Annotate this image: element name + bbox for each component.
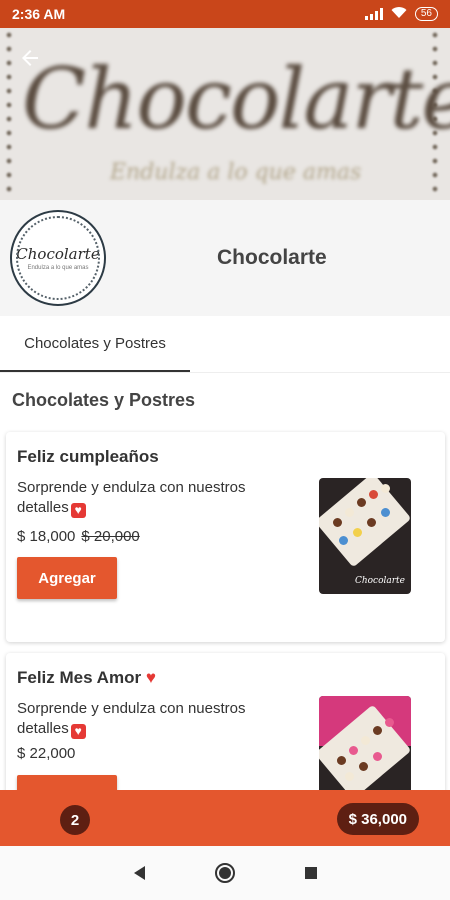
- product-title-text: Feliz Mes Amor: [17, 668, 142, 687]
- chocolate-piece: [373, 726, 382, 735]
- section-title: Chocolates y Postres: [12, 390, 196, 410]
- product-card[interactable]: Feliz cumpleaños Sorprende y endulza con…: [6, 432, 445, 642]
- chocolate-piece: [349, 746, 358, 755]
- tab-divider: [0, 372, 450, 373]
- status-bar: 2:36 AM 56: [0, 0, 450, 28]
- chocolate-piece: [359, 762, 368, 771]
- circle-home-icon[interactable]: [214, 863, 235, 883]
- chocolate-piece: [345, 508, 354, 517]
- status-time: 2:36 AM: [12, 6, 66, 22]
- heart-emoji-icon: ♥: [70, 724, 86, 739]
- product-price: $ 22,000: [17, 745, 76, 762]
- product-description-text: Sorprende y endulza con nuestros detalle…: [17, 700, 246, 737]
- tab-chocolates-y-postres[interactable]: Chocolates y Postres: [0, 316, 190, 372]
- product-price: $ 18,000: [17, 528, 76, 545]
- chocolate-piece: [369, 490, 378, 499]
- store-banner: Chocolarte Endulza a lo que amas: [0, 28, 450, 200]
- chocolate-piece: [373, 752, 382, 761]
- cart-total-button[interactable]: $ 36,000: [336, 803, 419, 835]
- chocolate-piece: [339, 536, 348, 545]
- cart-count-badge[interactable]: 2: [60, 805, 90, 835]
- product-title: Feliz Mes Amor ♥: [17, 668, 156, 688]
- chocolate-piece: [381, 508, 390, 517]
- product-old-price: $ 20,000: [81, 528, 140, 545]
- chocolate-piece: [357, 498, 366, 507]
- triangle-back-icon[interactable]: [133, 866, 145, 880]
- signal-icon: [364, 8, 383, 20]
- chocolate-piece: [345, 772, 354, 781]
- product-description: Sorprende y endulza con nuestros detalle…: [17, 699, 287, 739]
- banner-tagline: Endulza a lo que amas: [110, 160, 362, 185]
- chocolate-piece: [367, 518, 376, 527]
- add-to-cart-button[interactable]: Agregar: [17, 557, 117, 599]
- system-nav-bar: [0, 846, 450, 900]
- image-brand-text: Chocolarte: [354, 576, 405, 586]
- product-price-row: $ 18,000 $ 20,000: [17, 528, 140, 545]
- chocolate-piece: [361, 736, 370, 745]
- banner-brand-text: Chocolarte: [22, 50, 450, 148]
- store-name: Chocolarte: [217, 246, 327, 269]
- product-image[interactable]: Chocolarte: [319, 478, 411, 594]
- banner-dots-left: [2, 28, 16, 200]
- chocolate-piece: [381, 484, 390, 493]
- product-title: Feliz cumpleaños: [17, 447, 159, 466]
- chocolate-piece: [385, 718, 394, 727]
- square-recent-icon[interactable]: [304, 867, 317, 879]
- product-description: Sorprende y endulza con nuestros detalle…: [17, 478, 287, 518]
- heart-emoji-icon: ♥: [70, 503, 86, 518]
- back-arrow-icon[interactable]: [18, 46, 48, 76]
- heart-icon: ♥: [145, 668, 156, 687]
- store-logo: Chocolarte Endulza a lo que amas: [10, 210, 106, 306]
- wifi-icon: [391, 6, 407, 22]
- chocolate-piece: [337, 756, 346, 765]
- logo-text: Chocolarte: [16, 245, 100, 263]
- chocolate-piece: [333, 518, 342, 527]
- product-description-text: Sorprende y endulza con nuestros detalle…: [17, 479, 246, 516]
- logo-subtext: Endulza a lo que amas: [27, 265, 89, 271]
- status-icons: 56: [364, 6, 438, 22]
- cart-bar[interactable]: 2 $ 36,000: [0, 790, 450, 846]
- store-header: Chocolarte Endulza a lo que amas Chocola…: [0, 200, 450, 316]
- battery-icon: 56: [414, 7, 438, 21]
- chocolate-piece: [353, 528, 362, 537]
